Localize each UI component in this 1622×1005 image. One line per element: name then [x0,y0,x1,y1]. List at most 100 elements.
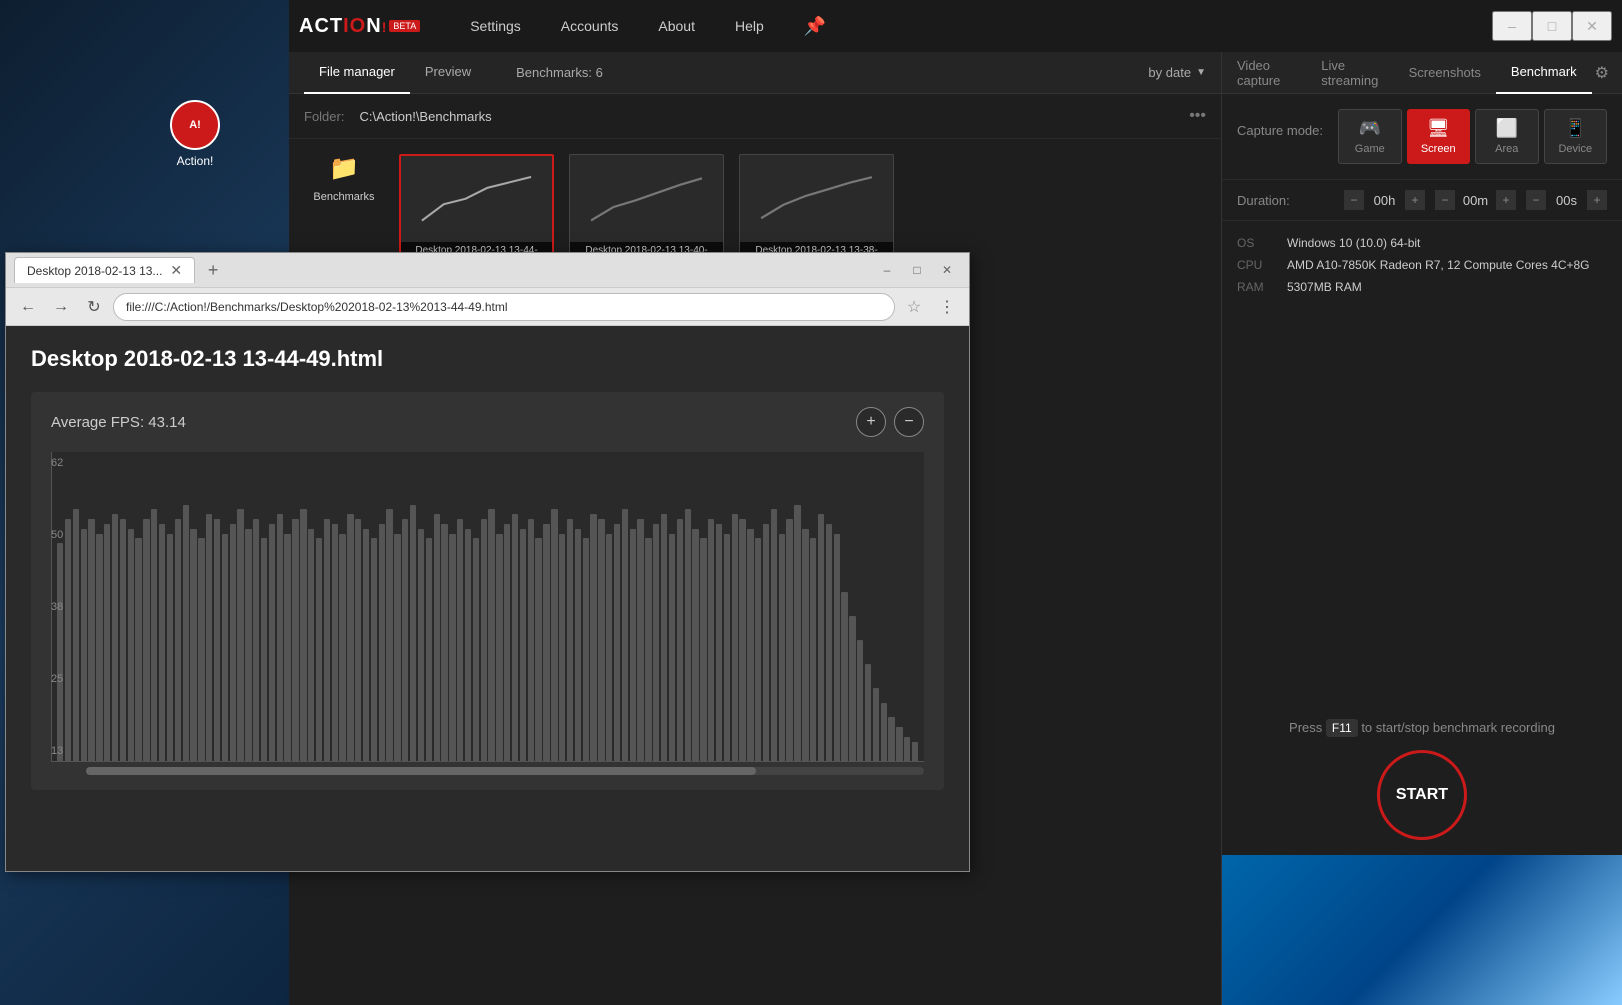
benchmarks-folder[interactable]: 📁 Benchmarks [304,154,384,203]
pin-icon[interactable]: 📌 [804,16,826,37]
hotkey-post-text: to start/stop benchmark recording [1361,720,1555,735]
url-text: file:///C:/Action!/Benchmarks/Desktop%20… [126,300,508,314]
chart-bar [692,529,698,761]
mode-screen-label: Screen [1421,143,1456,155]
browser-menu-button[interactable]: ⋮ [933,293,961,321]
browser-minimize-button[interactable]: – [873,259,901,281]
chart-bar [888,717,894,761]
nav-settings[interactable]: Settings [450,0,541,52]
start-button[interactable]: START [1377,750,1467,840]
chart-bar [739,519,745,761]
duration-seconds-increase[interactable]: + [1587,190,1607,210]
duration-seconds-controls: − 00s + [1526,190,1607,210]
chart-scrollbar[interactable] [86,767,924,775]
fps-zoom-out-button[interactable]: − [894,407,924,437]
chart-bar [394,534,400,761]
bookmark-star-icon[interactable]: ☆ [900,293,928,321]
chart-bar [661,514,667,761]
browser-tab[interactable]: Desktop 2018-02-13 13... ✕ [14,257,195,283]
ram-value: 5307MB RAM [1287,280,1362,294]
folder-label: Folder: [304,109,344,124]
mode-game-button[interactable]: 🎮 Game [1338,109,1402,164]
chart-bar [849,616,855,761]
chart-bar [214,519,220,761]
minimize-button[interactable]: – [1492,11,1532,41]
tab-benchmark[interactable]: Benchmark [1496,52,1592,94]
nav-about[interactable]: About [638,0,715,52]
chart-bar [81,529,87,761]
duration-seconds-decrease[interactable]: − [1526,190,1546,210]
system-info-section: OS Windows 10 (10.0) 64-bit CPU AMD A10-… [1222,221,1622,317]
chart-bar [222,534,228,761]
tab-preview[interactable]: Preview [410,52,486,94]
y-label-50: 50 [51,529,81,541]
area-icon: ⬜ [1496,118,1518,139]
chart-bar [904,737,910,761]
chart-bar [88,519,94,761]
chart-bar [363,529,369,761]
ram-key: RAM [1237,280,1272,294]
scrollbar-thumb[interactable] [86,767,756,775]
chart-bar [606,534,612,761]
action-desktop-icon[interactable]: A! Action! [170,100,220,168]
chart-bar [410,505,416,761]
browser-close-button[interactable]: ✕ [933,259,961,281]
maximize-button[interactable]: □ [1532,11,1572,41]
duration-minutes-increase[interactable]: + [1496,190,1516,210]
sort-by-button[interactable]: by date ▼ [1148,65,1206,80]
chart-bar [190,529,196,761]
tab-live-streaming[interactable]: Live streaming [1306,52,1393,94]
fps-zoom-in-button[interactable]: + [856,407,886,437]
chart-bar [881,703,887,761]
chart-bar [543,524,549,761]
chart-bar [873,688,879,761]
forward-button[interactable]: → [47,293,75,321]
chart-bar [426,538,432,761]
fps-header: Average FPS: 43.14 + − [51,407,924,437]
chart-bar [292,519,298,761]
mode-screen-button[interactable]: 🖥 Screen [1407,109,1471,164]
settings-gear-icon[interactable]: ⚙ [1592,58,1612,88]
folder-more-button[interactable]: ••• [1189,107,1206,125]
browser-tab-close-icon[interactable]: ✕ [170,262,182,279]
beta-badge: BETA [389,20,420,32]
benchmark-thumb-1[interactable]: Desktop 2018-02-13 13-40-21.html [569,154,724,254]
browser-titlebar: Desktop 2018-02-13 13... ✕ + – □ ✕ [6,253,969,288]
new-tab-button[interactable]: + [200,257,226,283]
chart-bar [700,538,706,761]
benchmark-thumb-2[interactable]: Desktop 2018-02-13 13-38-44.html [739,154,894,254]
nav-accounts[interactable]: Accounts [541,0,639,52]
chart-bar [143,519,149,761]
mode-area-button[interactable]: ⬜ Area [1475,109,1539,164]
back-button[interactable]: ← [14,293,42,321]
chart-bar [481,519,487,761]
benchmark-thumb-0[interactable]: Desktop 2018-02-13 13-44-49.html [399,154,554,254]
sysinfo-os-row: OS Windows 10 (10.0) 64-bit [1237,236,1607,250]
duration-hours-controls: − 00h + [1344,190,1425,210]
duration-hours-decrease[interactable]: − [1344,190,1364,210]
close-button[interactable]: ✕ [1572,11,1612,41]
mode-device-button[interactable]: 📱 Device [1544,109,1608,164]
chart-bar [630,529,636,761]
refresh-button[interactable]: ↻ [80,293,108,321]
cpu-value: AMD A10-7850K Radeon R7, 12 Compute Core… [1287,258,1590,272]
nav-help[interactable]: Help [715,0,784,52]
chart-bar [810,538,816,761]
tab-file-manager[interactable]: File manager [304,52,410,94]
sysinfo-ram-row: RAM 5307MB RAM [1237,280,1607,294]
duration-minutes-decrease[interactable]: − [1435,190,1455,210]
chart-bar [912,742,918,761]
chart-bar [167,534,173,761]
cpu-key: CPU [1237,258,1272,272]
tab-video-capture[interactable]: Video capture [1222,52,1306,94]
browser-restore-button[interactable]: □ [903,259,931,281]
screen-icon: 🖥 [1427,118,1450,139]
tab-screenshots[interactable]: Screenshots [1394,52,1496,94]
chart-bar [237,509,243,761]
address-bar[interactable]: file:///C:/Action!/Benchmarks/Desktop%20… [113,293,895,321]
duration-hours-increase[interactable]: + [1405,190,1425,210]
benchmark-page-title: Desktop 2018-02-13 13-44-49.html [31,346,944,372]
chart-bar [347,514,353,761]
chart-bar [559,534,565,761]
chart-bar [104,524,110,761]
